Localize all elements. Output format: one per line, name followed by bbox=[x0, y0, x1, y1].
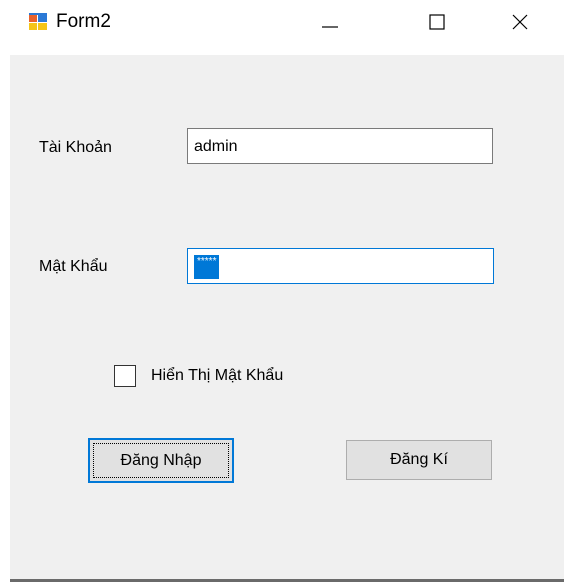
show-password-label[interactable]: Hiển Thị Mật Khẩu bbox=[151, 367, 283, 385]
username-value: admin bbox=[194, 138, 238, 155]
password-input[interactable]: ***** bbox=[187, 248, 494, 284]
window-title: Form2 bbox=[56, 11, 111, 32]
form2-window: Form2 Tài Khoản admin Mật Khẩu ***** Hiể… bbox=[0, 0, 564, 582]
register-button[interactable]: Đăng Kí bbox=[346, 440, 492, 480]
password-label: Mật Khẩu bbox=[39, 258, 108, 275]
app-icon bbox=[29, 13, 47, 31]
username-input[interactable]: admin bbox=[187, 128, 493, 164]
close-icon bbox=[510, 12, 530, 37]
close-button[interactable] bbox=[492, 0, 548, 48]
show-password-checkbox[interactable] bbox=[114, 365, 136, 387]
title-bar[interactable]: Form2 bbox=[0, 0, 564, 54]
minimize-button[interactable] bbox=[302, 0, 358, 48]
username-label: Tài Khoản bbox=[39, 139, 112, 156]
password-value: ***** bbox=[194, 255, 220, 279]
register-button-label: Đăng Kí bbox=[390, 451, 448, 468]
maximize-icon bbox=[427, 12, 447, 37]
minimize-icon bbox=[320, 12, 340, 37]
maximize-button[interactable] bbox=[409, 0, 465, 48]
login-button[interactable]: Đăng Nhập bbox=[88, 438, 234, 483]
login-button-label: Đăng Nhập bbox=[120, 451, 202, 469]
